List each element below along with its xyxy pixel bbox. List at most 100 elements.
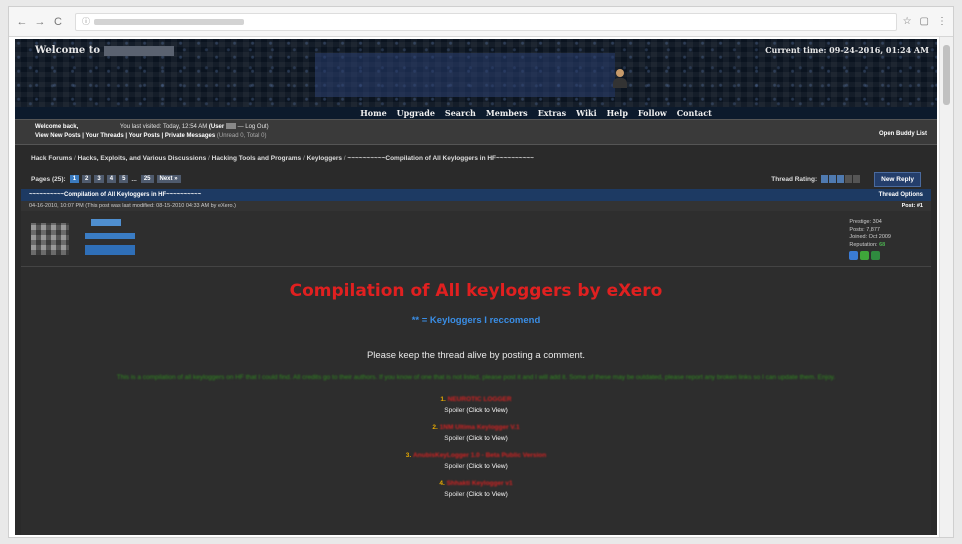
- thread-title-bar: ~~~~~~~~~~Compilation of All Keyloggers …: [21, 189, 931, 201]
- scrollbar-thumb[interactable]: [943, 45, 950, 105]
- pages-label: Pages (25):: [31, 175, 66, 183]
- crumb-sep: /: [343, 155, 346, 162]
- main-nav: Home Upgrade Search Members Extras Wiki …: [15, 107, 937, 119]
- address-bar[interactable]: ⓘ: [75, 12, 897, 31]
- pm-count: (Unread 0, Total 0): [216, 133, 267, 139]
- back-icon[interactable]: ←: [15, 15, 29, 29]
- intro-paragraph: This is a compilation of all keyloggers …: [116, 374, 836, 381]
- welcome-prefix: Welcome to: [35, 45, 101, 56]
- diamond-badge-icon[interactable]: [849, 251, 859, 260]
- nav-follow[interactable]: Follow: [638, 108, 667, 118]
- spoiler-toggle[interactable]: (Click to View): [466, 435, 507, 442]
- reputation-value[interactable]: 68: [879, 242, 885, 248]
- spoiler-label: Spoiler: [444, 435, 465, 442]
- item-number: 1.: [440, 396, 446, 403]
- joined-date: Joined: Oct 2009: [849, 234, 891, 240]
- prestige: Prestige: 304: [849, 219, 882, 225]
- reputation-label: Reputation:: [849, 241, 878, 248]
- url-redacted: [94, 18, 244, 25]
- post-number-link[interactable]: Post: #1: [902, 203, 923, 209]
- page-1[interactable]: 1: [69, 175, 80, 183]
- user-label: (User: [208, 124, 225, 130]
- next-page-button[interactable]: Next »: [156, 175, 181, 183]
- item-name: Shhakti Keylogger v1: [446, 480, 513, 487]
- pagination-row: Pages (25): 1 2 3 4 5 ... 25 Next » Thre…: [15, 169, 937, 189]
- star-icon[interactable]: [837, 175, 845, 183]
- nav-upgrade[interactable]: Upgrade: [397, 108, 435, 118]
- nav-members[interactable]: Members: [486, 108, 528, 118]
- extension-icon[interactable]: ▢: [920, 16, 929, 27]
- recommend-note: ** = Keyloggers I reccomend: [411, 315, 541, 326]
- spoiler-toggle[interactable]: (Click to View): [466, 491, 507, 498]
- current-time: Current time: 09-24-2016, 01:24 AM: [765, 45, 929, 55]
- reload-icon[interactable]: C: [51, 15, 65, 29]
- spoiler-toggle[interactable]: (Click to View): [466, 463, 507, 470]
- crumb-hack-forums[interactable]: Hack Forums: [31, 155, 72, 162]
- page-2[interactable]: 2: [82, 175, 92, 183]
- crumb-hacks-exploits[interactable]: Hacks, Exploits, and Various Discussions: [78, 155, 207, 162]
- nav-extras[interactable]: Extras: [538, 108, 566, 118]
- spoiler: Spoiler (Click to View): [21, 491, 931, 498]
- forum-page: Welcome to Current time: 09-24-2016, 01:…: [15, 39, 937, 535]
- user-panel: Welcome back, You last visited: Today, 1…: [15, 119, 937, 145]
- thread-rating: Thread Rating: New Reply: [771, 171, 921, 187]
- menu-icon[interactable]: ⋮: [937, 16, 947, 27]
- browser-toolbar: ← → C ⓘ ☆ ▢ ⋮: [9, 7, 953, 37]
- spoiler: Spoiler (Click to View): [21, 407, 931, 414]
- post-date: 04-16-2010, 10:07 PM (This post was last…: [29, 203, 236, 209]
- nav-wiki[interactable]: Wiki: [576, 108, 596, 118]
- author-name-redacted[interactable]: [91, 219, 121, 226]
- nav-search[interactable]: Search: [445, 108, 476, 118]
- page-5[interactable]: 5: [119, 175, 129, 183]
- bookmark-star-icon[interactable]: ☆: [903, 16, 912, 27]
- money-badge-icon[interactable]: [871, 251, 881, 260]
- award-badges: [849, 251, 891, 260]
- crumb-hacking-tools[interactable]: Hacking Tools and Programs: [212, 155, 301, 162]
- thread-options-link[interactable]: Thread Options: [879, 192, 923, 198]
- star-icon[interactable]: [853, 175, 861, 183]
- star-icon[interactable]: [829, 175, 837, 183]
- keylogger-list: 1. NEUROTIC LOGGER Spoiler (Click to Vie…: [21, 396, 931, 498]
- post-heading: Compilation of All keyloggers by eXero: [289, 281, 663, 301]
- list-item: 3. AnubisKeyLogger 1.0 - Beta Public Ver…: [21, 452, 931, 470]
- post-count: Posts: 7,877: [849, 226, 880, 233]
- page-3[interactable]: 3: [94, 175, 104, 183]
- page-scrollbar[interactable]: [939, 37, 953, 537]
- item-name: AnubisKeyLogger 1.0 - Beta Public Versio…: [412, 452, 547, 459]
- spoiler: Spoiler (Click to View): [21, 435, 931, 442]
- crumb-keyloggers[interactable]: Keyloggers: [307, 155, 342, 162]
- post-body: Compilation of All keyloggers by eXero *…: [21, 267, 931, 535]
- spoiler-label: Spoiler: [444, 491, 465, 498]
- crumb-sep: /: [302, 155, 305, 162]
- new-reply-button[interactable]: New Reply: [874, 171, 921, 187]
- thread-title: ~~~~~~~~~~Compilation of All Keyloggers …: [29, 192, 202, 198]
- rating-label: Thread Rating:: [771, 175, 818, 183]
- keep-alive-text: Please keep the thread alive by posting …: [366, 350, 586, 361]
- site-logo[interactable]: [315, 53, 615, 97]
- spoiler-toggle[interactable]: (Click to View): [466, 407, 507, 414]
- forward-icon[interactable]: →: [33, 15, 47, 29]
- page-4[interactable]: 4: [106, 175, 117, 183]
- page-25[interactable]: 25: [140, 175, 154, 183]
- item-number: 2.: [432, 424, 438, 431]
- welcome-text: Welcome to: [35, 45, 175, 56]
- item-number: 4.: [439, 480, 445, 487]
- star-icon[interactable]: [821, 175, 829, 183]
- username-redacted[interactable]: [225, 123, 236, 130]
- gem-badge-icon[interactable]: [860, 251, 870, 260]
- nav-help[interactable]: Help: [607, 108, 628, 118]
- buddy-list-link[interactable]: Open Buddy List: [879, 130, 927, 139]
- avatar[interactable]: [31, 223, 69, 255]
- crumb-sep: /: [74, 155, 76, 162]
- nav-contact[interactable]: Contact: [677, 108, 712, 118]
- breadcrumb: Hack Forums / Hacks, Exploits, and Vario…: [15, 145, 937, 169]
- list-item: 2. 1NM Ultima Keylogger V.1 Spoiler (Cli…: [21, 424, 931, 442]
- list-item: 1. NEUROTIC LOGGER Spoiler (Click to Vie…: [21, 396, 931, 414]
- browser-window: ← → C ⓘ ☆ ▢ ⋮ Welcome to Current time: 0…: [8, 6, 954, 538]
- item-number: 3.: [405, 452, 412, 459]
- user-links[interactable]: View New Posts | Your Threads | Your Pos…: [35, 133, 215, 139]
- star-icon[interactable]: [845, 175, 853, 183]
- logout-link[interactable]: — Log Out): [238, 124, 269, 130]
- nav-home[interactable]: Home: [360, 108, 386, 118]
- rating-stars[interactable]: [821, 175, 861, 183]
